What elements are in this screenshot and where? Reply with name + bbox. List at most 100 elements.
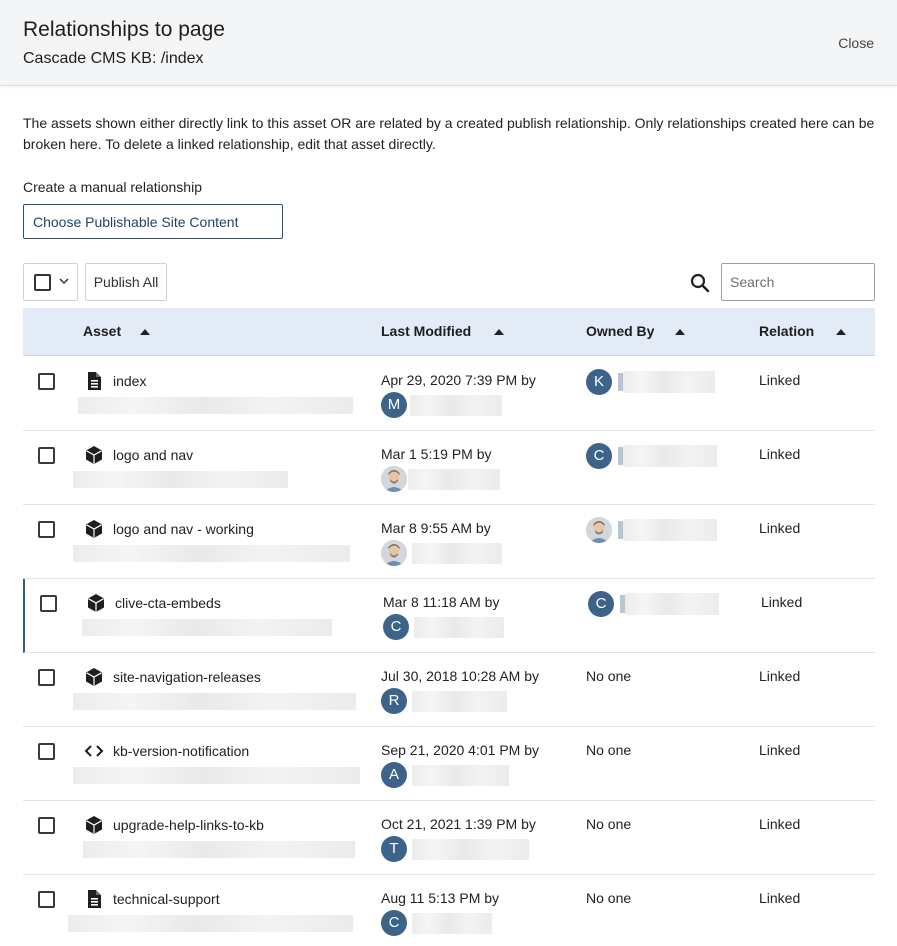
owner-text: No one <box>586 816 632 832</box>
modifier-avatar[interactable] <box>381 466 407 492</box>
relation-text: Linked <box>759 890 801 906</box>
table-row[interactable]: site-navigation-releases Jul 30, 2018 10:… <box>23 653 875 727</box>
last-modified-text: Mar 8 9:55 AM by <box>381 520 491 536</box>
owner-avatar[interactable] <box>586 517 612 543</box>
last-modified-text: Jul 30, 2018 10:28 AM by <box>381 668 539 684</box>
redacted-owner-name <box>623 519 717 541</box>
search-icon[interactable] <box>690 273 710 293</box>
owner-avatar[interactable]: C <box>586 443 612 469</box>
redacted-modifier-name <box>410 395 502 416</box>
redacted-modifier-name <box>414 617 504 638</box>
relation-text: Linked <box>759 520 801 536</box>
asset-name-link[interactable]: logo and nav - working <box>113 521 254 537</box>
row-checkbox[interactable] <box>38 447 55 464</box>
redacted-modifier-name <box>412 543 502 564</box>
block-icon <box>84 519 104 539</box>
description-text: The assets shown either directly link to… <box>23 115 875 152</box>
owner-avatar[interactable]: C <box>588 591 614 617</box>
row-checkbox[interactable] <box>38 521 55 538</box>
close-button[interactable]: Close <box>838 35 874 51</box>
block-icon <box>84 445 104 465</box>
redacted-modifier-name <box>412 691 507 712</box>
row-checkbox[interactable] <box>38 373 55 390</box>
redacted-modifier-name <box>412 765 509 786</box>
dialog-title: Relationships to page <box>23 18 225 41</box>
block-icon <box>86 593 106 613</box>
last-modified-text: Sep 21, 2020 4:01 PM by <box>381 742 539 758</box>
chevron-down-icon <box>59 278 69 285</box>
column-last-modified[interactable]: Last Modified <box>381 323 471 339</box>
redacted-asset-path <box>73 693 356 710</box>
relation-text: Linked <box>759 816 801 832</box>
relation-text: Linked <box>761 594 803 610</box>
redacted-modifier-name <box>412 839 529 860</box>
sort-asc-icon[interactable] <box>494 329 504 335</box>
select-all-dropdown[interactable] <box>23 263 78 301</box>
column-owned-by[interactable]: Owned By <box>586 323 654 339</box>
publish-all-button[interactable]: Publish All <box>85 263 167 301</box>
table-row[interactable]: upgrade-help-links-to-kb Oct 21, 2021 1:3… <box>23 801 875 875</box>
redacted-modifier-name <box>408 469 500 490</box>
modifier-avatar[interactable]: A <box>381 762 407 788</box>
manual-relationship-label: Create a manual relationship <box>23 179 202 195</box>
asset-name-link[interactable]: index <box>113 373 146 389</box>
table-row[interactable]: logo and nav Mar 1 5:19 PM by C Linked <box>23 431 875 505</box>
relation-text: Linked <box>759 372 801 388</box>
relation-text: Linked <box>759 446 801 462</box>
sort-asc-icon[interactable] <box>675 329 685 335</box>
row-checkbox[interactable] <box>38 817 55 834</box>
code-icon <box>84 741 104 761</box>
dialog-subtitle: Cascade CMS KB: /index <box>23 50 204 67</box>
column-relation[interactable]: Relation <box>759 323 814 339</box>
asset-name-link[interactable]: logo and nav <box>113 447 193 463</box>
sort-asc-icon[interactable] <box>140 329 150 335</box>
choose-content-button[interactable]: Choose Publishable Site Content <box>23 204 283 239</box>
select-all-checkbox[interactable] <box>34 274 51 291</box>
asset-name-link[interactable]: technical-support <box>113 891 220 907</box>
modifier-avatar[interactable]: T <box>381 836 407 862</box>
redacted-owner-name <box>623 371 715 393</box>
redacted-owner-name <box>625 593 719 615</box>
modifier-avatar[interactable]: C <box>383 614 409 640</box>
modifier-avatar[interactable]: M <box>381 392 407 418</box>
redacted-asset-path <box>73 767 360 784</box>
redacted-asset-path <box>83 841 355 858</box>
row-checkbox[interactable] <box>38 669 55 686</box>
asset-name-link[interactable]: upgrade-help-links-to-kb <box>113 817 264 833</box>
owner-avatar[interactable]: K <box>586 369 612 395</box>
page-icon <box>84 371 104 391</box>
table-header: Asset Last Modified Owned By Relation <box>23 308 875 356</box>
table-row[interactable]: logo and nav - working Mar 8 9:55 AM by Li… <box>23 505 875 579</box>
redacted-asset-path <box>82 619 332 636</box>
table-row[interactable]: index Apr 29, 2020 7:39 PM by M K Linked <box>23 357 875 431</box>
last-modified-text: Mar 1 5:19 PM by <box>381 446 492 462</box>
asset-name-link[interactable]: site-navigation-releases <box>113 669 261 685</box>
row-checkbox[interactable] <box>40 595 57 612</box>
last-modified-text: Apr 29, 2020 7:39 PM by <box>381 372 536 388</box>
table-row[interactable]: clive-cta-embeds Mar 8 11:18 AM by C C Linke… <box>23 579 875 653</box>
redacted-asset-path <box>73 545 350 562</box>
table-row[interactable]: technical-support Aug 11 5:13 PM by C No on… <box>23 875 875 946</box>
column-asset[interactable]: Asset <box>83 323 121 339</box>
redacted-modifier-name <box>412 913 492 934</box>
row-checkbox[interactable] <box>38 743 55 760</box>
modifier-avatar[interactable]: C <box>381 910 407 936</box>
redacted-asset-path <box>78 397 353 414</box>
relation-text: Linked <box>759 668 801 684</box>
table-row[interactable]: kb-version-notification Sep 21, 2020 4:01… <box>23 727 875 801</box>
row-checkbox[interactable] <box>38 891 55 908</box>
owner-text: No one <box>586 742 632 758</box>
relation-text: Linked <box>759 742 801 758</box>
asset-name-link[interactable]: clive-cta-embeds <box>115 595 221 611</box>
dialog-header: Relationships to page Cascade CMS KB: /i… <box>0 0 897 86</box>
asset-name-link[interactable]: kb-version-notification <box>113 743 249 759</box>
modifier-avatar[interactable]: R <box>381 688 407 714</box>
last-modified-text: Aug 11 5:13 PM by <box>381 890 500 906</box>
search-input[interactable] <box>721 263 875 301</box>
last-modified-text: Mar 8 11:18 AM by <box>383 594 500 610</box>
modifier-avatar[interactable] <box>381 540 407 566</box>
redacted-asset-path <box>73 471 288 488</box>
redacted-owner-name <box>623 445 717 467</box>
sort-asc-icon[interactable] <box>836 329 846 335</box>
page-icon <box>84 889 104 909</box>
